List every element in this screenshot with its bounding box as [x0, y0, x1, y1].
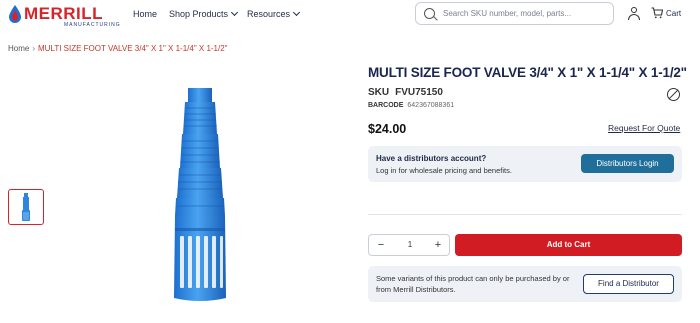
nav-resources[interactable]: Resources: [247, 8, 301, 19]
quantity-stepper: − 1 +: [368, 234, 450, 256]
search-icon: [424, 8, 435, 19]
cart-link[interactable]: Cart: [666, 9, 681, 18]
account-icon[interactable]: [628, 7, 640, 20]
sku-label: SKU: [368, 87, 390, 98]
distributor-panel-subtitle: Log in for wholesale pricing and benefit…: [376, 166, 512, 175]
request-quote-link[interactable]: Request For Quote: [608, 123, 680, 133]
barcode-label: BARCODE: [368, 102, 404, 109]
foot-valve-thumbnail-image: [22, 193, 30, 221]
nav-shop-products-label: Shop Products: [169, 9, 229, 19]
product-price: $24.00: [368, 122, 407, 136]
add-to-cart-button[interactable]: Add to Cart: [455, 234, 682, 256]
sku-value: FVU75150: [395, 87, 443, 98]
barcode-value: 642367088361: [407, 102, 455, 109]
account-icon-body: [628, 14, 640, 20]
quantity-input[interactable]: 1: [399, 240, 421, 249]
nav-resources-label: Resources: [247, 9, 291, 19]
distributors-login-button[interactable]: Distributors Login: [581, 154, 674, 173]
foot-valve-product-image: [174, 88, 226, 301]
logo-wordmark: MERRILL: [24, 4, 104, 23]
quantity-decrease-button[interactable]: −: [375, 239, 387, 251]
breadcrumb: Home › MULTI SIZE FOOT VALVE 3/4" X 1" X 1…: [8, 44, 228, 53]
breadcrumb-home[interactable]: Home: [8, 44, 29, 53]
distributor-variant-panel: Some variants of this product can only b…: [368, 266, 682, 302]
divider: [368, 214, 682, 215]
chevron-down-icon: [231, 8, 239, 17]
search-input[interactable]: Search SKU number, model, parts...: [415, 2, 614, 25]
sku: SKU FVU75150: [368, 87, 443, 98]
account-icon-head: [631, 7, 637, 13]
site-header: MERRILL MANUFACTURING Home Shop Products…: [0, 0, 700, 30]
breadcrumb-current: MULTI SIZE FOOT VALVE 3/4" X 1" X 1-1/4"…: [38, 44, 228, 53]
distributor-login-panel: Have a distributors account? Log in for …: [368, 146, 682, 182]
find-distributor-button[interactable]: Find a Distributor: [583, 274, 674, 294]
logo-subtitle: MANUFACTURING: [64, 22, 121, 28]
search-placeholder: Search SKU number, model, parts...: [443, 9, 572, 18]
no-lead-icon: [667, 88, 680, 101]
product-title: MULTI SIZE FOOT VALVE 3/4" X 1" X 1-1/4"…: [368, 65, 687, 80]
water-drop-icon: [9, 5, 21, 23]
breadcrumb-separator: ›: [32, 44, 36, 53]
nav-shop-products[interactable]: Shop Products: [169, 8, 239, 19]
distributor-panel-title: Have a distributors account?: [376, 154, 487, 163]
product-thumbnail[interactable]: [8, 189, 44, 225]
cart-icon[interactable]: [651, 7, 663, 19]
nav-home[interactable]: Home: [133, 9, 157, 19]
barcode: BARCODE 642367088361: [368, 102, 454, 109]
quantity-increase-button[interactable]: +: [432, 239, 444, 251]
variant-notice: Some variants of this product can only b…: [376, 274, 570, 294]
chevron-down-icon: [292, 8, 301, 17]
merrill-logo[interactable]: MERRILL MANUFACTURING: [7, 3, 120, 28]
